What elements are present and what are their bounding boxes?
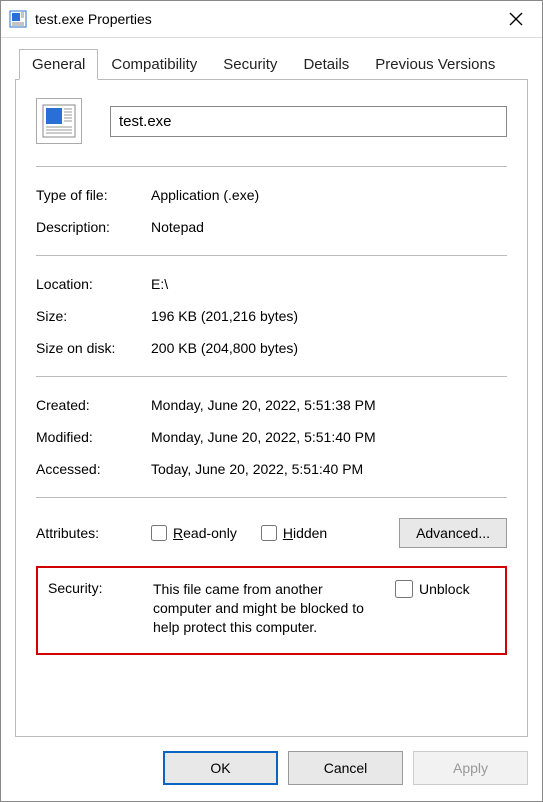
filename-input[interactable] xyxy=(110,106,507,137)
app-icon xyxy=(9,10,27,28)
accessed-label: Accessed: xyxy=(36,461,151,477)
size-on-disk-label: Size on disk: xyxy=(36,340,151,356)
description-value: Notepad xyxy=(151,219,507,235)
modified-value: Monday, June 20, 2022, 5:51:40 PM xyxy=(151,429,507,445)
separator xyxy=(36,497,507,498)
hidden-checkbox-input[interactable] xyxy=(261,525,277,541)
tab-strip: General Compatibility Security Details P… xyxy=(1,38,542,79)
cancel-button[interactable]: Cancel xyxy=(288,751,403,785)
unblock-checkbox-input[interactable] xyxy=(395,580,413,598)
location-label: Location: xyxy=(36,276,151,292)
dialog-button-bar: OK Cancel Apply xyxy=(1,737,542,801)
location-value: E:\ xyxy=(151,276,507,292)
advanced-button[interactable]: Advanced... xyxy=(399,518,507,548)
created-value: Monday, June 20, 2022, 5:51:38 PM xyxy=(151,397,507,413)
description-label: Description: xyxy=(36,219,151,235)
size-on-disk-value: 200 KB (204,800 bytes) xyxy=(151,340,507,356)
close-icon xyxy=(509,12,523,26)
tab-previous-versions[interactable]: Previous Versions xyxy=(362,49,508,80)
type-value: Application (.exe) xyxy=(151,187,507,203)
type-label: Type of file: xyxy=(36,187,151,203)
tab-general[interactable]: General xyxy=(19,49,98,80)
unblock-label: Unblock xyxy=(419,581,470,597)
apply-button[interactable]: Apply xyxy=(413,751,528,785)
security-text: This file came from another computer and… xyxy=(153,580,395,637)
separator xyxy=(36,255,507,256)
titlebar: test.exe Properties xyxy=(1,1,542,38)
modified-label: Modified: xyxy=(36,429,151,445)
security-highlight-box: Security: This file came from another co… xyxy=(36,566,507,655)
tab-compatibility[interactable]: Compatibility xyxy=(98,49,210,80)
security-label: Security: xyxy=(48,580,153,637)
attributes-label: Attributes: xyxy=(36,525,151,541)
accessed-value: Today, June 20, 2022, 5:51:40 PM xyxy=(151,461,507,477)
tab-details[interactable]: Details xyxy=(290,49,362,80)
created-label: Created: xyxy=(36,397,151,413)
hidden-label: Hidden xyxy=(283,525,327,541)
size-value: 196 KB (201,216 bytes) xyxy=(151,308,507,324)
hidden-checkbox[interactable]: Hidden xyxy=(261,525,327,541)
separator xyxy=(36,376,507,377)
unblock-checkbox[interactable]: Unblock xyxy=(395,580,470,598)
file-icon xyxy=(36,98,82,144)
general-panel: Type of file: Application (.exe) Descrip… xyxy=(15,79,528,737)
separator xyxy=(36,166,507,167)
readonly-checkbox-input[interactable] xyxy=(151,525,167,541)
readonly-label: Read-only xyxy=(173,525,237,541)
readonly-checkbox[interactable]: Read-only xyxy=(151,525,237,541)
ok-button[interactable]: OK xyxy=(163,751,278,785)
size-label: Size: xyxy=(36,308,151,324)
window-title: test.exe Properties xyxy=(35,11,496,27)
close-button[interactable] xyxy=(496,5,536,33)
tab-security[interactable]: Security xyxy=(210,49,290,80)
